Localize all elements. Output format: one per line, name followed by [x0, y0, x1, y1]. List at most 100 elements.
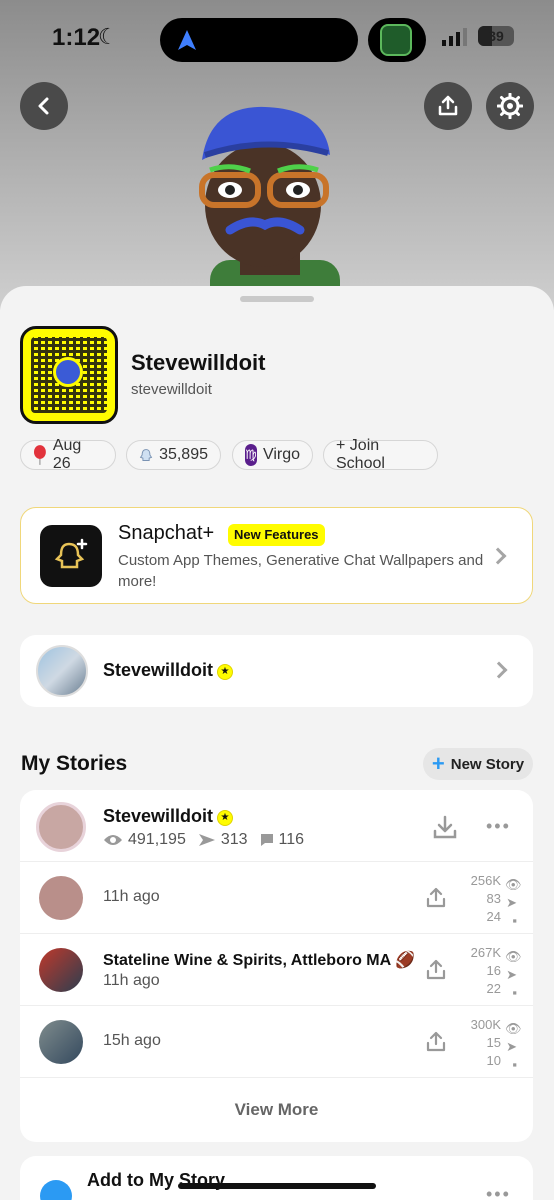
do-not-disturb-icon: ☾	[98, 24, 118, 49]
story-views: 256K	[470, 873, 501, 888]
eye-icon	[104, 835, 122, 845]
zodiac-label: Virgo	[262, 446, 300, 463]
chat-icon: ▪	[512, 1057, 517, 1072]
story-owner-thumbnail	[36, 802, 86, 852]
battery-level: 39	[488, 28, 504, 44]
public-profile-card[interactable]: Stevewilldoit ★	[20, 635, 533, 707]
story-thumbnail	[39, 1020, 83, 1064]
new-story-button[interactable]: + New Story	[423, 748, 533, 780]
chevron-right-icon	[490, 661, 508, 679]
new-story-label: New Story	[450, 755, 525, 773]
story-thumbnail	[39, 876, 83, 920]
chevron-right-icon	[489, 547, 507, 565]
story-owner-row[interactable]: Stevewilldoit ★ 491,195 313 116 •••	[20, 790, 533, 862]
story-title: Stateline Wine & Spirits, Attleboro MA 🏈	[103, 952, 415, 969]
settings-button[interactable]	[486, 82, 534, 130]
status-time: 1:12	[52, 24, 101, 51]
share-icon[interactable]	[424, 958, 448, 982]
story-row[interactable]: Stateline Wine & Spirits, Attleboro MA 🏈…	[20, 934, 533, 1006]
story-time: 11h ago	[103, 972, 160, 989]
more-options-icon[interactable]: •••	[486, 1184, 511, 1200]
story-replies: 24	[486, 909, 501, 924]
gear-icon	[497, 93, 523, 119]
screenshot-icon: ➤	[506, 967, 517, 982]
chevron-left-icon	[38, 97, 49, 115]
owner-views: 491,195	[128, 831, 186, 848]
bitmoji-avatar[interactable]	[190, 95, 340, 310]
snapcode[interactable]	[20, 326, 118, 424]
virgo-icon: ♍	[245, 444, 257, 466]
dynamic-island	[160, 18, 358, 62]
public-profile-name: Stevewilldoit	[103, 660, 214, 680]
snapchat-plus-logo	[40, 525, 102, 587]
eye-icon: 👁	[505, 949, 522, 964]
story-replies: 22	[486, 981, 501, 996]
birthday-chip[interactable]: Aug 26	[20, 437, 116, 472]
more-options-icon[interactable]: •••	[486, 816, 511, 837]
story-time: 11h ago	[103, 888, 160, 905]
star-badge-icon: ★	[217, 663, 234, 680]
balloon-icon	[33, 445, 46, 465]
snapchat-plus-description: Custom App Themes, Generative Chat Wallp…	[118, 552, 484, 590]
live-activity	[368, 18, 426, 62]
birthday-label: Aug 26	[52, 437, 82, 472]
add-to-my-story-card[interactable]: Add to My Story •••	[20, 1156, 533, 1200]
profile-header: 1:12 ☾ 39	[0, 0, 554, 310]
public-profile-name-row: Stevewilldoit ★	[103, 660, 234, 681]
navigation-arrow-icon	[178, 30, 196, 50]
my-stories-card: Stevewilldoit ★ 491,195 313 116 ••• 11h a…	[20, 790, 533, 1142]
story-shares: 83	[486, 891, 501, 906]
share-profile-button[interactable]	[424, 82, 472, 130]
ghost-icon	[139, 449, 153, 461]
story-owner-name-row: Stevewilldoit ★	[103, 806, 234, 827]
story-views: 267K	[470, 945, 501, 960]
story-thumbnail	[39, 948, 83, 992]
new-features-badge: New Features	[228, 524, 325, 546]
share-icon[interactable]	[424, 1030, 448, 1054]
status-bar: 1:12 ☾ 39	[0, 18, 554, 62]
download-icon[interactable]	[432, 814, 458, 840]
snapcode-avatar	[53, 357, 83, 387]
story-owner-name: Stevewilldoit	[103, 806, 214, 826]
snapchat-plus-title: Snapchat+	[118, 522, 215, 544]
live-activity-icon	[380, 24, 412, 56]
story-shares: 16	[486, 963, 501, 978]
join-school-label: + Join School	[336, 437, 385, 472]
public-profile-avatar	[36, 645, 88, 697]
plus-icon: +	[431, 751, 445, 776]
owner-screenshots: 313	[220, 831, 248, 848]
battery-indicator: 39	[478, 26, 514, 46]
story-metrics: 267K 👁 16 ➤ 22 ▪	[457, 944, 522, 1000]
ghost-plus-icon	[54, 538, 88, 569]
screenshot-icon: ➤	[506, 895, 517, 910]
join-school-chip[interactable]: + Join School	[323, 437, 438, 472]
story-metrics: 300K 👁 15 ➤ 10 ▪	[457, 1016, 522, 1072]
eye-icon: 👁	[505, 1021, 522, 1036]
snapchat-plus-card[interactable]: Snapchat+ New Features Custom App Themes…	[20, 507, 533, 604]
screenshot-icon	[198, 834, 215, 846]
share-icon[interactable]	[424, 886, 448, 910]
star-badge-icon: ★	[217, 809, 234, 826]
story-row[interactable]: 15h ago 300K 👁 15 ➤ 10 ▪	[20, 1006, 533, 1078]
home-indicator[interactable]	[178, 1183, 376, 1189]
back-button[interactable]	[20, 82, 68, 130]
story-row[interactable]: 11h ago 256K 👁 83 ➤ 24 ▪	[20, 862, 533, 934]
cellular-signal-icon	[442, 28, 467, 46]
owner-replies: 116	[278, 831, 305, 848]
chat-icon: ▪	[512, 985, 517, 1000]
chat-icon: ▪	[512, 913, 517, 928]
view-more-button[interactable]: View More	[20, 1086, 533, 1134]
zodiac-chip[interactable]: ♍ Virgo	[232, 440, 313, 470]
share-icon	[438, 95, 458, 116]
story-time: 15h ago	[103, 1032, 161, 1049]
snap-score-label: 35,895	[159, 446, 208, 463]
screenshot-icon: ➤	[506, 1039, 517, 1054]
camera-icon	[40, 1180, 72, 1200]
sheet-grabber[interactable]	[240, 296, 314, 302]
story-metrics: 256K 👁 83 ➤ 24 ▪	[457, 872, 522, 928]
story-replies: 10	[486, 1053, 501, 1068]
story-owner-stats: 491,195 313 116	[103, 831, 304, 849]
profile-username[interactable]: stevewilldoit	[131, 381, 212, 398]
profile-sheet: Stevewilldoit stevewilldoit Aug 26 35,89…	[0, 286, 554, 1200]
snap-score-chip[interactable]: 35,895	[126, 440, 221, 470]
